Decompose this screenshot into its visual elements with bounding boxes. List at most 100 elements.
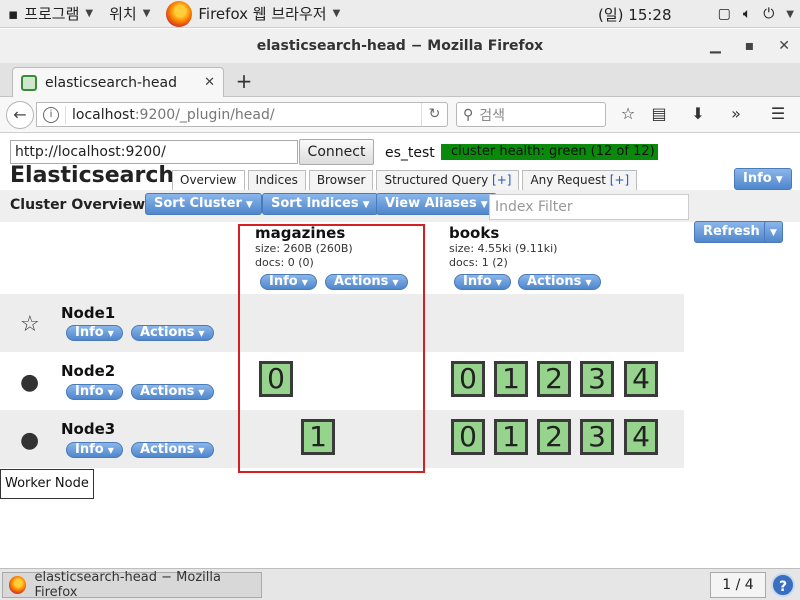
help-icon[interactable]: ?: [771, 573, 795, 597]
node-info-button[interactable]: Info ▼: [66, 325, 123, 341]
clock[interactable]: (일) 15:28: [598, 0, 672, 28]
chevron-down-icon: ▼: [495, 278, 502, 287]
node-info-button[interactable]: Info ▼: [66, 384, 123, 400]
cluster-name: es_test: [385, 145, 435, 161]
bookmark-star-icon[interactable]: ☆: [617, 103, 639, 125]
tab-label: Structured Query: [384, 173, 489, 187]
button-label: Info: [75, 325, 104, 340]
main-tabs: Overview Indices Browser Structured Quer…: [172, 170, 638, 191]
cluster-overview-toolbar: Cluster Overview Sort Cluster ▼ Sort Indi…: [0, 190, 800, 222]
maximize-icon[interactable]: ▪: [745, 29, 755, 63]
taskbar-window-button[interactable]: elasticsearch-head − Mozilla Firefox: [2, 570, 262, 600]
node-info-button[interactable]: Info ▼: [66, 442, 123, 458]
index-info-button[interactable]: Info ▼: [454, 274, 511, 290]
close-icon[interactable]: ✕: [778, 29, 790, 63]
shard[interactable]: 4: [624, 361, 658, 397]
power-icon[interactable]: ⏻: [763, 6, 774, 22]
places-menu[interactable]: 위치 ▼: [101, 0, 158, 28]
index-actions-button[interactable]: Actions ▼: [518, 274, 601, 290]
refresh-button[interactable]: Refresh: [694, 221, 769, 243]
index-size: size: 4.55ki (9.11ki): [449, 242, 558, 255]
window-title: elasticsearch-head − Mozilla Firefox: [256, 38, 544, 54]
tab-browser[interactable]: Browser: [308, 170, 374, 191]
sort-cluster-button[interactable]: Sort Cluster ▼: [145, 193, 262, 215]
node-actions-button[interactable]: Actions ▼: [131, 325, 214, 341]
node-name: Node3: [61, 420, 116, 438]
shard[interactable]: 3: [580, 361, 614, 397]
button-label: Actions: [140, 384, 195, 399]
shard[interactable]: 0: [451, 419, 485, 455]
workspace-switcher[interactable]: 1 / 4: [710, 572, 766, 598]
places-label: 위치: [109, 5, 137, 23]
chevron-down-icon: ▼: [480, 200, 488, 210]
button-label: Info: [463, 274, 492, 289]
shard[interactable]: 1: [494, 419, 528, 455]
search-input[interactable]: ⚲ 검색: [456, 102, 606, 127]
search-placeholder: 검색: [479, 107, 506, 124]
index-docs: docs: 1 (2): [449, 256, 508, 269]
refresh-options-button[interactable]: ▼: [764, 221, 783, 243]
info-icon[interactable]: i: [43, 106, 59, 123]
chevron-down-icon: ▼: [245, 200, 253, 210]
tab-structured-query[interactable]: Structured Query [+]: [376, 170, 520, 191]
tab-any-request[interactable]: Any Request [+]: [522, 170, 638, 191]
tab-plus: [+]: [492, 173, 512, 187]
browser-tab[interactable]: elasticsearch-head ✕: [12, 67, 224, 97]
system-tray[interactable]: ▢ 🔈︎ ⏻ ▼: [718, 0, 794, 28]
volume-icon[interactable]: 🔈︎: [743, 6, 751, 22]
connect-button[interactable]: Connect: [299, 139, 374, 165]
url-bar[interactable]: i localhost:9200/_plugin/head/ ↻: [36, 102, 448, 127]
close-icon[interactable]: ✕: [204, 75, 215, 90]
reload-icon[interactable]: ↻: [421, 103, 447, 126]
shard[interactable]: 1: [494, 361, 528, 397]
reading-list-icon[interactable]: ▤: [648, 103, 670, 125]
shard[interactable]: 2: [537, 419, 571, 455]
window-icon[interactable]: ▢: [718, 6, 731, 22]
app-title: Elasticsearch: [10, 163, 175, 188]
chevron-down-icon: ▼: [585, 278, 592, 287]
programs-label: 프로그램: [24, 5, 80, 23]
menu-icon[interactable]: ☰: [767, 103, 789, 125]
minimize-icon[interactable]: ▁: [710, 29, 721, 63]
shard[interactable]: 2: [537, 361, 571, 397]
shard[interactable]: 3: [580, 419, 614, 455]
back-button[interactable]: ←: [6, 101, 34, 129]
programs-menu[interactable]: ▪ 프로그램 ▼: [0, 0, 101, 28]
info-button[interactable]: Info ▼: [734, 168, 792, 190]
chevron-down-icon: ▼: [142, 8, 151, 19]
window-titlebar: elasticsearch-head − Mozilla Firefox ▁ ▪…: [0, 29, 800, 63]
chevron-down-icon: ▼: [198, 388, 205, 397]
button-label: Actions: [527, 274, 582, 289]
index-filter-input[interactable]: [489, 194, 689, 220]
shard[interactable]: 4: [624, 419, 658, 455]
url-host: localhost: [72, 106, 135, 123]
tab-label: Any Request: [530, 173, 606, 187]
window-controls: ▁ ▪ ✕: [710, 29, 790, 63]
chevron-down-icon: ▼: [198, 329, 205, 338]
button-label: Info: [75, 384, 104, 399]
chevron-down-icon: ▼: [332, 8, 341, 19]
url-separator: [65, 105, 66, 124]
sort-indices-button[interactable]: Sort Indices ▼: [262, 193, 379, 215]
node-actions-button[interactable]: Actions ▼: [131, 442, 214, 458]
button-label: View Aliases: [385, 196, 477, 211]
tab-label: Indices: [255, 173, 298, 187]
overflow-icon[interactable]: »: [725, 103, 747, 125]
view-aliases-button[interactable]: View Aliases ▼: [376, 193, 497, 215]
tab-plus: [+]: [609, 173, 630, 187]
arrow-left-icon: ←: [13, 105, 27, 124]
node-actions-button[interactable]: Actions ▼: [131, 384, 214, 400]
tab-overview[interactable]: Overview: [172, 170, 245, 191]
shard[interactable]: 0: [451, 361, 485, 397]
chevron-down-icon[interactable]: ▼: [786, 9, 794, 20]
tab-indices[interactable]: Indices: [247, 170, 306, 191]
download-icon[interactable]: ⬇: [687, 103, 709, 125]
connect-url-input[interactable]: [10, 140, 298, 164]
chevron-down-icon: ▼: [85, 8, 94, 19]
app-menu[interactable]: Firefox 웹 브라우저 ▼: [158, 0, 348, 28]
star-icon[interactable]: ☆: [20, 314, 40, 336]
button-label: Actions: [140, 442, 195, 457]
node-name: Node2: [61, 362, 116, 380]
plus-icon[interactable]: +: [232, 67, 256, 95]
favicon-icon: [21, 74, 37, 91]
